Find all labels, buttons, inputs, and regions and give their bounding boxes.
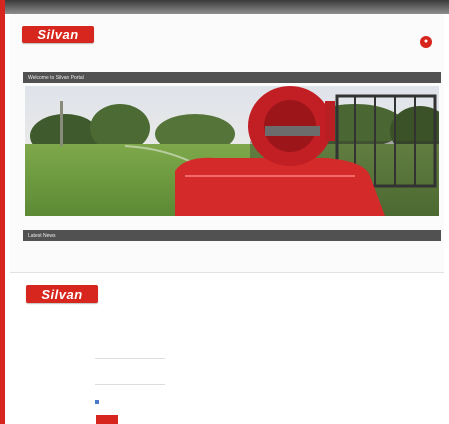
hero-image [25,86,439,216]
silvan-logo[interactable]: Silvan [22,26,94,43]
browser-top-bar [0,0,449,14]
home-page-panel: Silvan ● Welcome to Silvan Portal Latest… [10,14,444,272]
silvan-logo[interactable]: Silvan [26,285,98,303]
remember-me-checkbox[interactable] [95,400,99,404]
welcome-section-header: Welcome to Silvan Portal [23,72,441,83]
login-button[interactable] [96,415,118,424]
welcome-title: Welcome to Silvan Portal [28,74,84,81]
latest-news-header: Latest News [23,230,441,241]
username-field[interactable] [95,351,165,359]
shopping-cart-icon[interactable]: ● [420,36,432,48]
password-field[interactable] [95,377,165,385]
spray-tank-photo-icon [25,86,439,216]
screenshot-frame: Silvan ● Welcome to Silvan Portal Latest… [0,0,449,424]
login-page-panel: Silvan [10,273,444,424]
latest-news-title: Latest News [28,232,56,239]
red-accent-edge [0,0,5,424]
